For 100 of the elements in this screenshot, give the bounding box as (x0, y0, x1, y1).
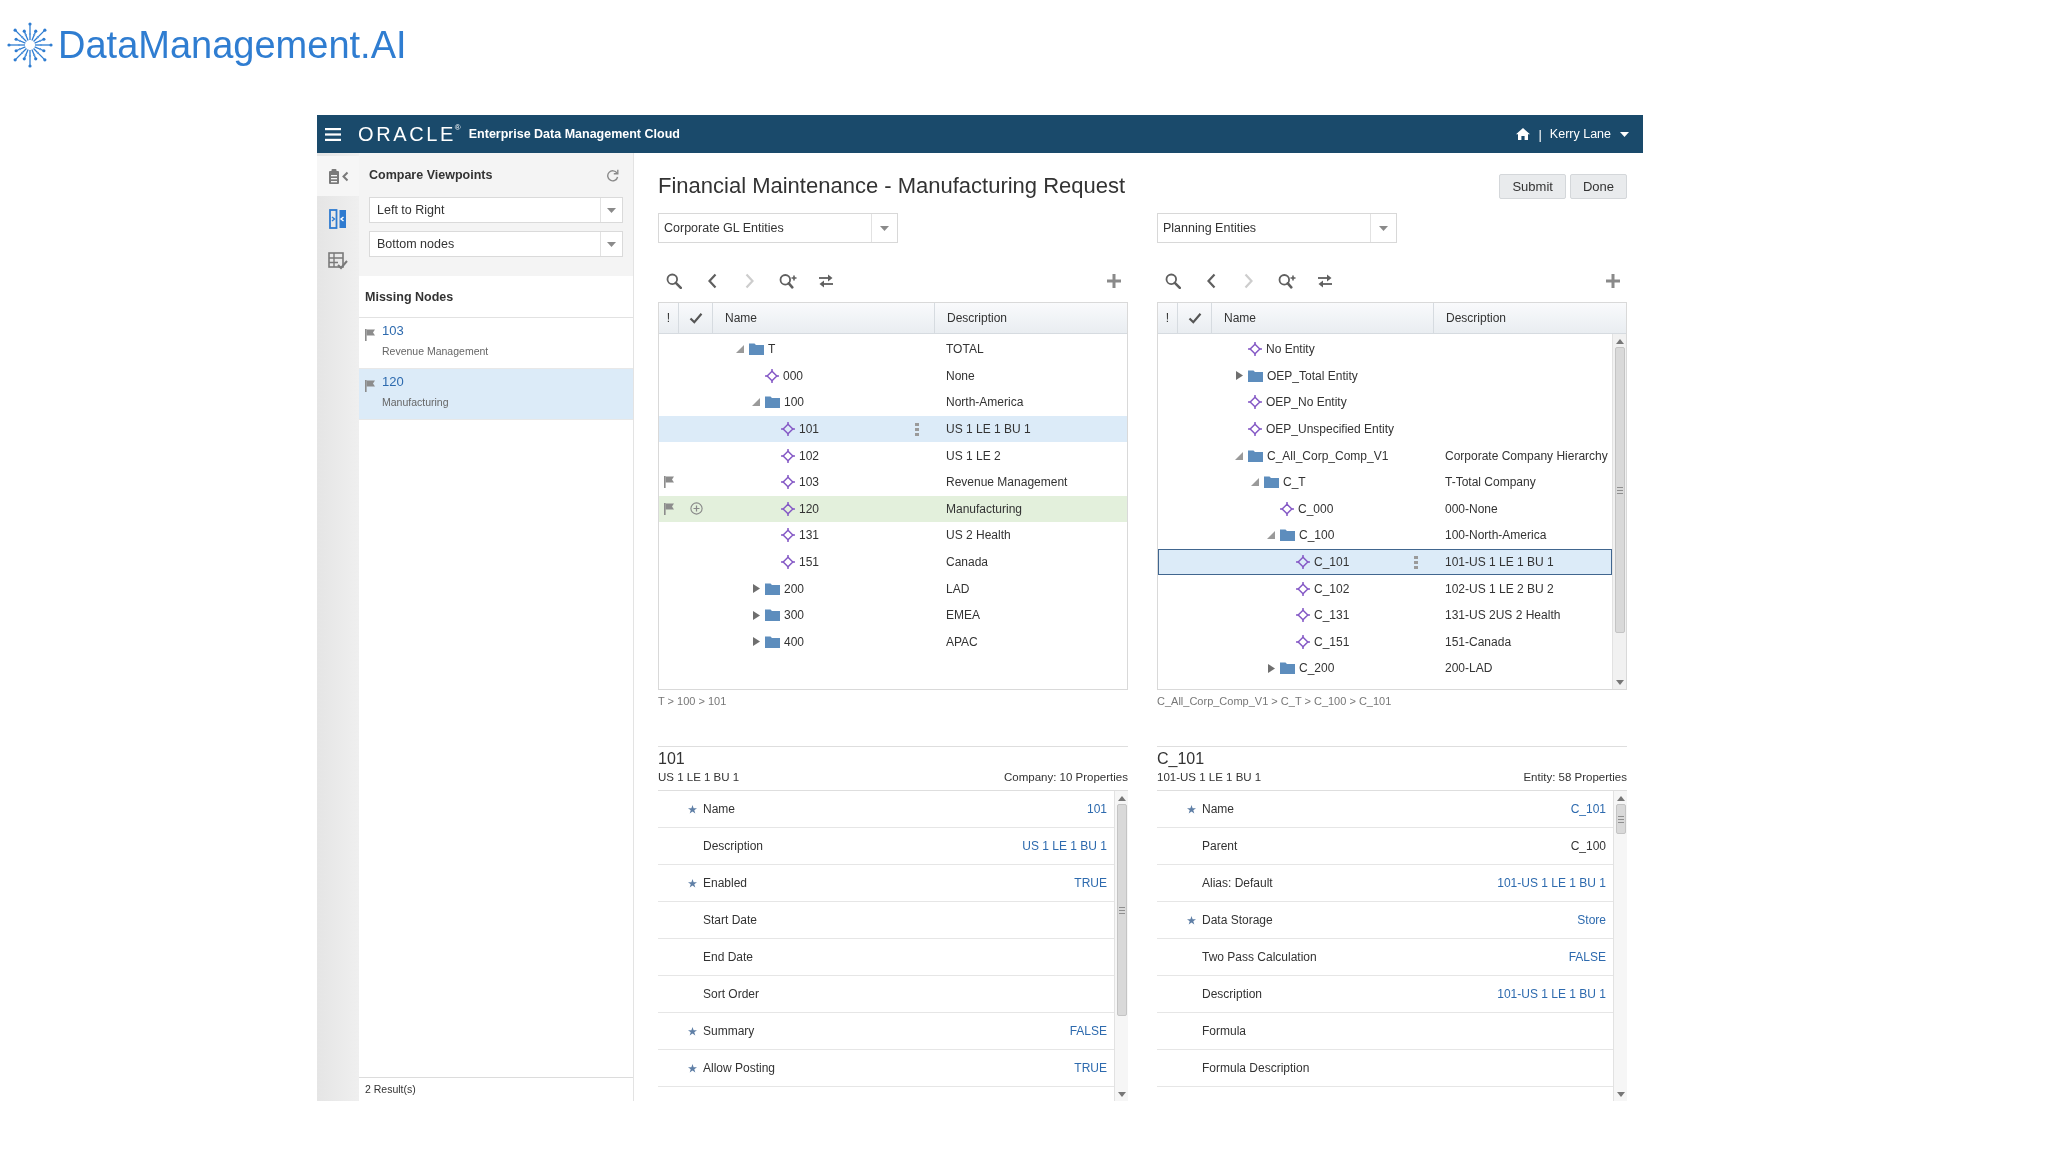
node-description: Canada (946, 555, 989, 570)
column-header[interactable]: Name (713, 303, 935, 333)
node-name: 102 (799, 448, 820, 463)
tree-row[interactable]: 200 LAD (659, 575, 1127, 602)
action-button[interactable]: Done (1569, 173, 1627, 199)
property-value[interactable]: TRUE (1074, 1061, 1107, 1075)
scroll-down-arrow-icon[interactable] (1615, 680, 1624, 685)
node-link[interactable]: 120 (382, 374, 449, 390)
scrollbar-thumb[interactable] (1614, 347, 1625, 633)
tree-row[interactable]: C_000 000-None (1158, 495, 1612, 523)
property-value[interactable]: TRUE (1074, 876, 1107, 890)
app-title: Enterprise Data Management Cloud (468, 127, 680, 141)
refresh-icon[interactable] (606, 168, 619, 182)
tree-row[interactable]: C_151 151-Canada (1158, 628, 1612, 656)
triangle-right-icon[interactable] (752, 610, 760, 620)
breadcrumb-path: C_All_Corp_Comp_V1 > C_T > C_100 > C_101 (1157, 694, 1393, 708)
node-name: C_000 (1298, 501, 1334, 516)
scroll-up-arrow-icon[interactable] (1615, 339, 1624, 344)
tree-row[interactable]: 101 US 1 LE 1 BU 1 (659, 415, 1127, 443)
triangle-down-right-icon[interactable] (1235, 451, 1243, 460)
tree-row[interactable]: 400 APAC (659, 628, 1127, 656)
diamond-icon (781, 422, 795, 437)
node-description: Revenue Management (946, 475, 1068, 490)
tree-row[interactable]: No Entity (1158, 336, 1612, 363)
diamond-icon (781, 528, 795, 543)
action-button[interactable]: Submit (1499, 173, 1566, 199)
scrollbar[interactable] (1613, 791, 1627, 1101)
node-subtitle: US 1 LE 1 BU 1 (658, 770, 740, 785)
tree-row[interactable]: 300 EMEA (659, 601, 1127, 629)
diamond-icon (1280, 501, 1294, 516)
property-value[interactable]: 101-US 1 LE 1 BU 1 (1497, 876, 1606, 890)
tree-row[interactable]: OEP_Total Entity (1158, 362, 1612, 390)
scroll-up-arrow-icon[interactable] (1117, 796, 1126, 801)
node-title: 101 (658, 749, 686, 769)
scrollbar[interactable] (1612, 334, 1626, 689)
tree-row[interactable]: 120 Manufacturing (659, 495, 1127, 523)
dropdown[interactable]: Bottom nodes (369, 231, 623, 257)
triangle-right-icon[interactable] (752, 584, 760, 594)
tree-row[interactable]: C_131 131-US 2US 2 Health (1158, 601, 1612, 629)
plus-circle-icon[interactable] (689, 502, 703, 516)
tree-row[interactable]: C_101 101-US 1 LE 1 BU 1 (1158, 548, 1612, 576)
vertical-dots-icon[interactable] (1414, 555, 1418, 569)
scroll-up-arrow-icon[interactable] (1616, 796, 1625, 801)
tree-row[interactable]: C_102 102-US 1 LE 2 BU 2 (1158, 575, 1612, 602)
property-value[interactable]: 101 (1086, 802, 1107, 816)
rail-button[interactable] (317, 156, 359, 196)
triangle-right-icon[interactable] (752, 637, 760, 647)
scrollbar-thumb[interactable] (1116, 804, 1127, 1016)
triangle-down-right-icon[interactable] (1251, 478, 1259, 487)
property-value[interactable]: C_101 (1570, 802, 1606, 816)
tree-row[interactable]: C_200 200-LAD (1158, 655, 1612, 682)
tree-row[interactable]: T TOTAL (659, 336, 1127, 363)
scrollbar-thumb[interactable] (1615, 804, 1626, 834)
column-header[interactable]: Description (1434, 303, 1626, 333)
tree-row[interactable]: OEP_Unspecified Entity (1158, 415, 1612, 443)
column-header[interactable]: ! (1158, 303, 1178, 333)
viewpoint-dropdown[interactable]: Corporate GL Entities (658, 213, 898, 243)
dropdown[interactable]: Left to Right (369, 197, 623, 223)
node-description: APAC (946, 634, 978, 649)
node-name: 400 (784, 634, 805, 649)
property-value[interactable]: 101-US 1 LE 1 BU 1 (1497, 987, 1606, 1001)
tree-row[interactable]: 100 North-America (659, 389, 1127, 416)
tree-row[interactable]: OEP_No Entity (1158, 389, 1612, 416)
tree-row[interactable]: C_T T-Total Company (1158, 468, 1612, 496)
caret-down-icon (1379, 225, 1388, 231)
column-header[interactable]: Description (935, 303, 1127, 333)
triangle-right-icon[interactable] (1235, 371, 1243, 381)
column-header[interactable]: ! (659, 303, 679, 333)
node-description: US 2 Health (946, 528, 1011, 543)
tree-row[interactable]: 131 US 2 Health (659, 522, 1127, 549)
property-value[interactable]: US 1 LE 1 BU 1 (1022, 839, 1107, 853)
property-value[interactable]: Store (1577, 913, 1606, 927)
node-description: TOTAL (946, 342, 984, 357)
diamond-icon (781, 555, 795, 570)
column-header[interactable]: Name (1212, 303, 1434, 333)
scroll-down-arrow-icon[interactable] (1616, 1092, 1625, 1097)
tree-row[interactable]: C_All_Corp_Comp_V1 Corporate Company Hierarchy (1158, 442, 1612, 469)
menu-icon[interactable] (325, 127, 341, 141)
tree-row[interactable]: 103 Revenue Management (659, 468, 1127, 496)
node-link[interactable]: 103 (382, 323, 489, 339)
tree-row[interactable]: C_100 100-North-America (1158, 522, 1612, 549)
triangle-down-right-icon[interactable] (736, 345, 744, 354)
triangle-down-right-icon[interactable] (1267, 531, 1275, 540)
tree-row[interactable]: 151 Canada (659, 548, 1127, 576)
diamond-icon (1248, 342, 1262, 357)
scrollbar[interactable] (1114, 791, 1128, 1101)
tree-row[interactable]: 102 US 1 LE 2 (659, 442, 1127, 469)
node-description: 151-Canada (1445, 634, 1512, 649)
property-value[interactable]: FALSE (1568, 950, 1606, 964)
home-icon[interactable] (1516, 128, 1531, 140)
property-value[interactable]: FALSE (1069, 1024, 1107, 1038)
viewpoint-dropdown[interactable]: Planning Entities (1157, 213, 1397, 243)
user-menu-button[interactable]: Kerry Lane (1549, 127, 1629, 141)
triangle-right-icon[interactable] (1267, 663, 1275, 673)
node-name: C_102 (1314, 581, 1350, 596)
scroll-down-arrow-icon[interactable] (1117, 1092, 1126, 1097)
missing-node-item[interactable]: 120 Manufacturing (359, 369, 633, 420)
triangle-down-right-icon[interactable] (752, 398, 760, 407)
tree-row[interactable]: 000 None (659, 362, 1127, 390)
vertical-dots-icon[interactable] (915, 422, 919, 436)
